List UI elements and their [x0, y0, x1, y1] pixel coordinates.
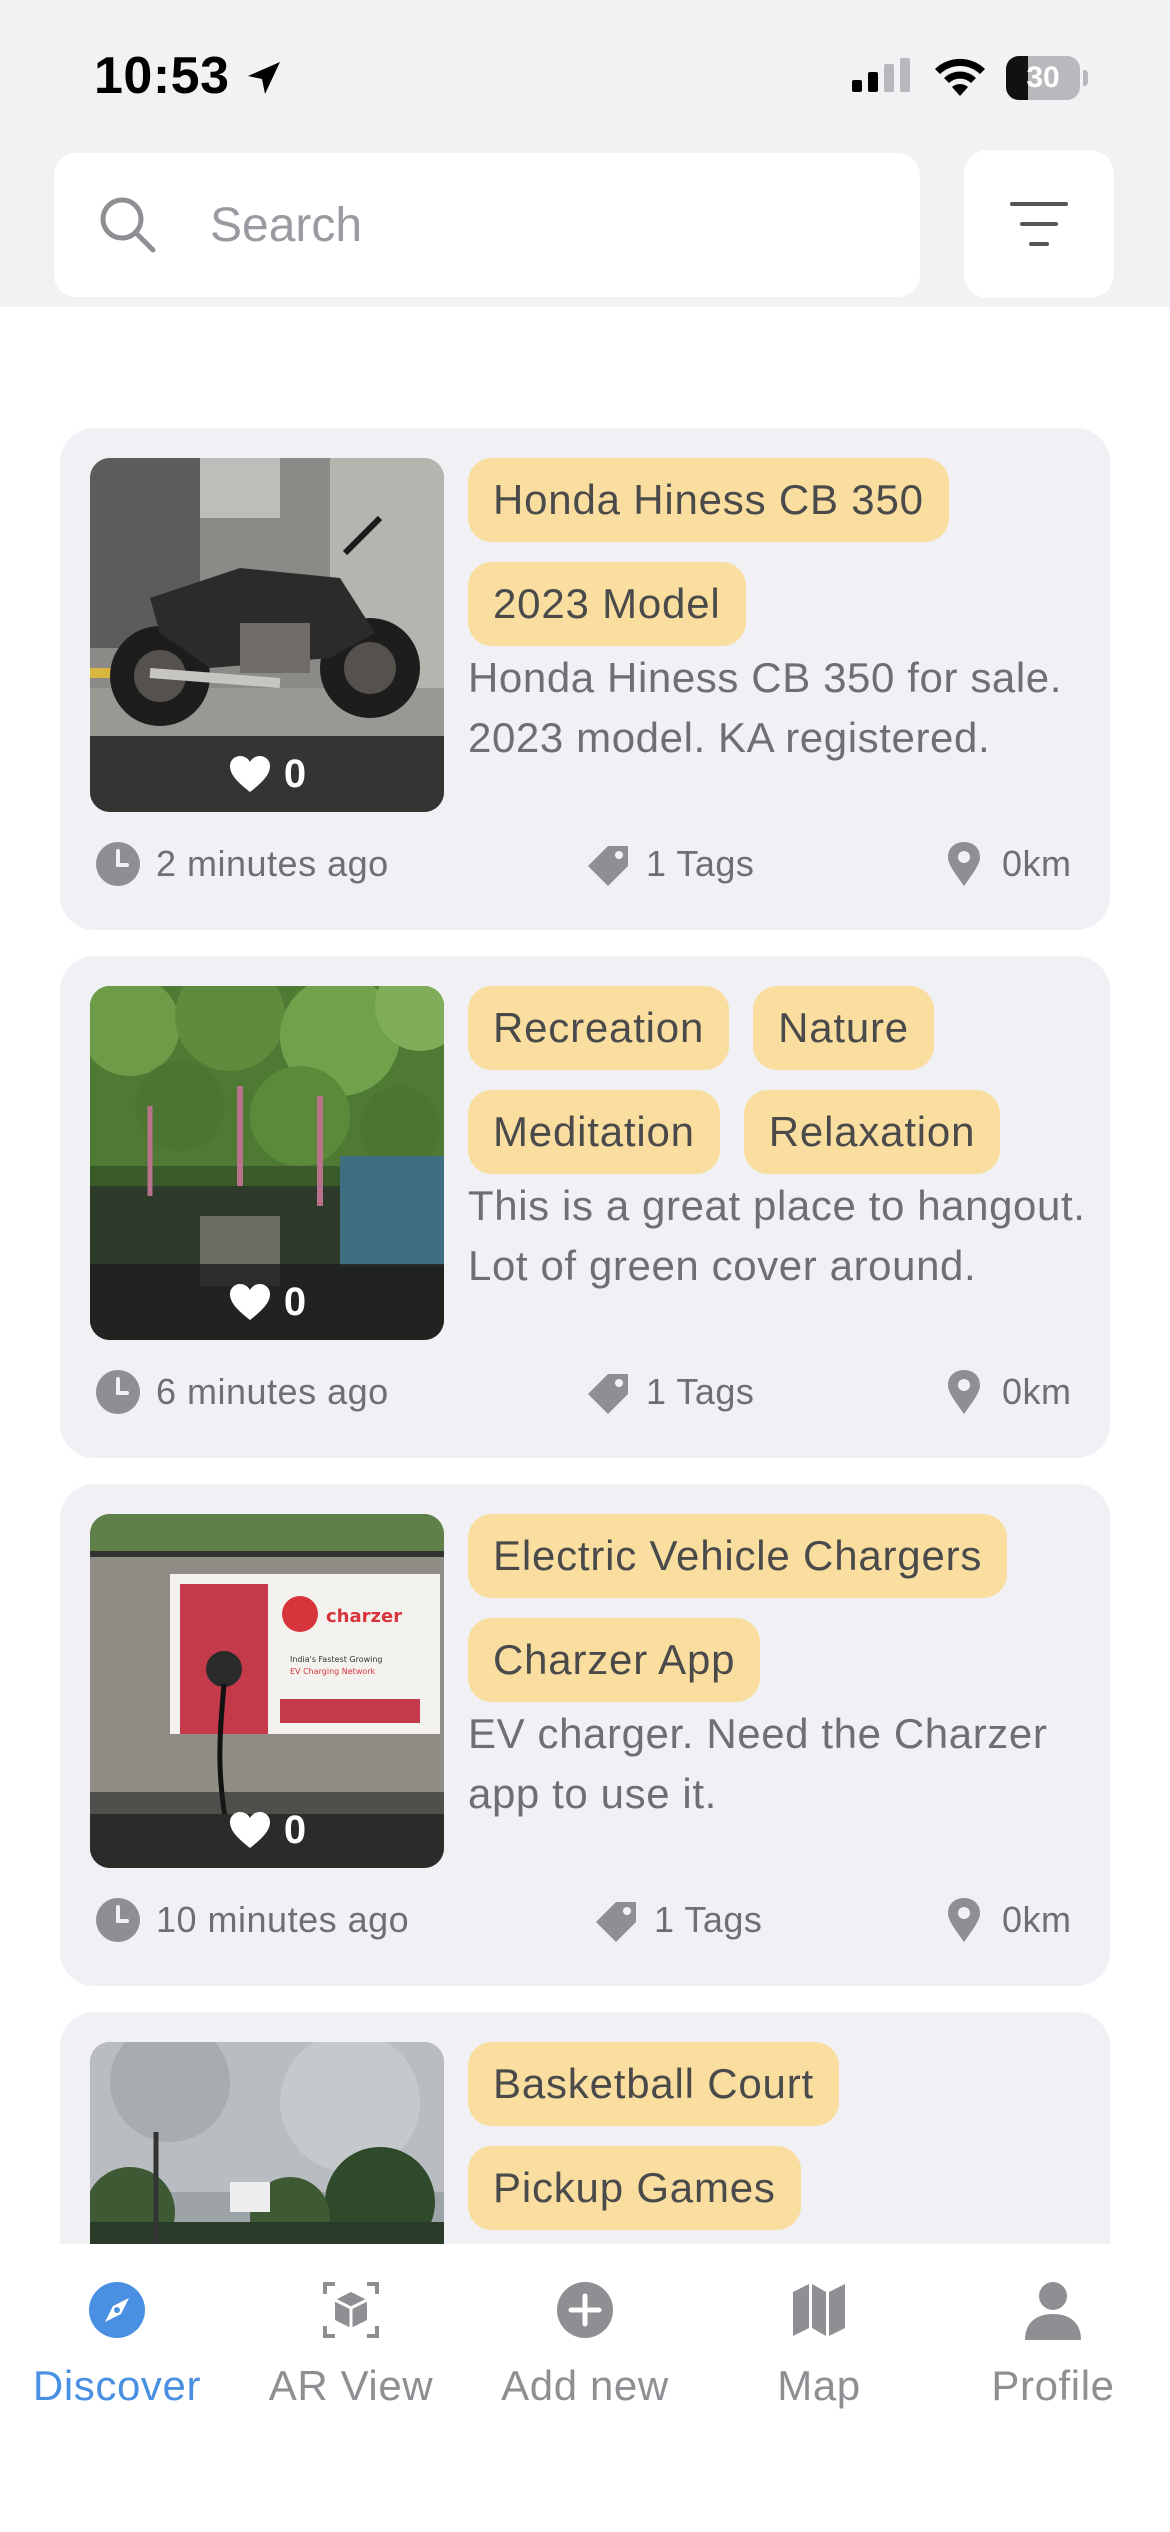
charger-brand: charzer — [326, 1606, 402, 1627]
time-ago: 10 minutes ago — [156, 1899, 410, 1940]
post-photo-ev-charger[interactable]: charzer India's Fastest Growing EV Charg… — [90, 1514, 444, 1868]
time-meta: 10 minutes ago — [94, 1894, 409, 1946]
filter-icon — [1010, 202, 1068, 246]
post-meta: 10 minutes ago 1 Tags 0km — [60, 1884, 1110, 1956]
time-meta: 2 minutes ago — [94, 838, 389, 890]
clock-icon — [96, 1898, 140, 1942]
svg-text:EV Charging Network: EV Charging Network — [290, 1667, 376, 1676]
tab-label: Map — [777, 2362, 861, 2409]
location-pin-icon — [948, 1898, 980, 1942]
status-bar: 10:53 30 — [0, 0, 1170, 150]
person-icon — [1025, 2282, 1081, 2340]
tag-chip[interactable]: Nature — [753, 986, 934, 1070]
clock-icon — [96, 842, 140, 886]
distance: 0km — [1002, 1371, 1072, 1412]
tab-label: Profile — [991, 2362, 1115, 2409]
post-card[interactable]: Basketball Court Pickup Games — [60, 2012, 1110, 2244]
post-card[interactable]: 0 Honda Hiness CB 350 2023 Model Honda H… — [60, 428, 1110, 930]
location-arrow-icon — [248, 62, 280, 94]
likes-count: 0 — [283, 751, 307, 796]
tag-list: Basketball Court Pickup Games — [468, 2042, 1088, 2230]
tags-meta: 1 Tags — [592, 1894, 762, 1946]
wifi-icon — [935, 58, 985, 96]
top-area: 10:53 30 — [0, 0, 1170, 307]
battery-icon: 30 — [1006, 56, 1088, 100]
tab-label: Add new — [501, 2362, 669, 2409]
tag-list: Honda Hiness CB 350 2023 Model — [468, 458, 1088, 646]
heart-icon — [229, 1284, 270, 1320]
distance: 0km — [1002, 843, 1072, 884]
tab-map[interactable]: Map — [702, 2278, 936, 2438]
discover-feed[interactable]: 0 Honda Hiness CB 350 2023 Model Honda H… — [0, 307, 1170, 2244]
search-bar[interactable] — [54, 153, 920, 297]
tag-chip[interactable]: Honda Hiness CB 350 — [468, 458, 949, 542]
post-photo-motorcycle[interactable]: 0 — [90, 458, 444, 812]
tag-list: Electric Vehicle Chargers Charzer App — [468, 1514, 1088, 1702]
post-card[interactable]: 0 Recreation Nature Meditation Relaxatio… — [60, 956, 1110, 1458]
post-card[interactable]: charzer India's Fastest Growing EV Charg… — [60, 1484, 1110, 1986]
heart-icon — [229, 756, 270, 792]
post-photo-garden[interactable]: 0 — [90, 986, 444, 1340]
tag-icon — [596, 1902, 636, 1942]
tag-chip[interactable]: Pickup Games — [468, 2146, 801, 2230]
battery-percent: 30 — [1026, 61, 1060, 94]
tag-chip[interactable]: Charzer App — [468, 1618, 761, 1702]
tags-meta: 1 Tags — [584, 1366, 754, 1418]
tab-bar: Discover AR View Add new Map Profile — [0, 2244, 1170, 2532]
distance-meta: 0km — [940, 1894, 1072, 1946]
time-meta: 6 minutes ago — [94, 1366, 389, 1418]
post-photo-basketball-court[interactable] — [90, 2042, 444, 2244]
ar-cube-icon — [323, 2282, 379, 2338]
tag-chip[interactable]: Electric Vehicle Chargers — [468, 1514, 1008, 1598]
cellular-signal-icon — [852, 58, 910, 92]
tab-discover[interactable]: Discover — [0, 2278, 234, 2438]
clock-icon — [96, 1370, 140, 1414]
tag-chip[interactable]: Basketball Court — [468, 2042, 839, 2126]
likes-count: 0 — [283, 1807, 307, 1852]
tags-count: 1 Tags — [646, 843, 755, 884]
time-ago: 2 minutes ago — [156, 843, 389, 884]
tags-meta: 1 Tags — [584, 838, 754, 890]
search-input[interactable] — [210, 189, 890, 261]
basketball-court-photo — [90, 2042, 444, 2244]
tab-add-new[interactable]: Add new — [468, 2278, 702, 2438]
tab-label: AR View — [268, 2362, 434, 2409]
tag-chip[interactable]: Relaxation — [743, 1090, 1001, 1174]
svg-text:India's Fastest Growing: India's Fastest Growing — [290, 1655, 383, 1664]
distance-meta: 0km — [940, 838, 1072, 890]
tag-chip[interactable]: Recreation — [468, 986, 730, 1070]
tag-icon — [588, 1374, 628, 1414]
likes-count: 0 — [283, 1279, 307, 1324]
tag-list: Recreation Nature Meditation Relaxation — [468, 986, 1088, 1174]
location-pin-icon — [948, 842, 980, 886]
likes-overlay[interactable]: 0 — [90, 736, 444, 812]
compass-icon — [89, 2282, 145, 2338]
likes-overlay[interactable]: 0 — [90, 1264, 444, 1340]
post-description: This is a great place to hangout. Lot of… — [468, 1182, 1086, 1289]
tags-count: 1 Tags — [646, 1371, 755, 1412]
status-time: 10:53 — [94, 47, 230, 105]
tag-icon — [588, 846, 628, 886]
post-meta: 6 minutes ago 1 Tags 0km — [60, 1356, 1110, 1428]
tag-chip[interactable]: Meditation — [468, 1090, 720, 1174]
distance-meta: 0km — [940, 1366, 1072, 1418]
heart-icon — [229, 1812, 270, 1848]
post-description: Honda Hiness CB 350 for sale. 2023 model… — [468, 654, 1063, 761]
search-icon — [100, 197, 156, 253]
location-pin-icon — [948, 1370, 980, 1414]
post-description: EV charger. Need the Charzer app to use … — [468, 1710, 1048, 1817]
map-icon — [793, 2284, 845, 2336]
tab-label: Discover — [32, 2362, 202, 2409]
tag-chip[interactable]: 2023 Model — [468, 562, 746, 646]
likes-overlay[interactable]: 0 — [90, 1792, 444, 1868]
tab-ar-view[interactable]: AR View — [234, 2278, 468, 2438]
tab-profile[interactable]: Profile — [936, 2278, 1170, 2438]
tags-count: 1 Tags — [654, 1899, 763, 1940]
plus-circle-icon — [557, 2282, 613, 2338]
post-meta: 2 minutes ago 1 Tags 0km — [60, 828, 1110, 900]
time-ago: 6 minutes ago — [156, 1371, 389, 1412]
distance: 0km — [1002, 1899, 1072, 1940]
filter-button[interactable] — [964, 150, 1114, 298]
